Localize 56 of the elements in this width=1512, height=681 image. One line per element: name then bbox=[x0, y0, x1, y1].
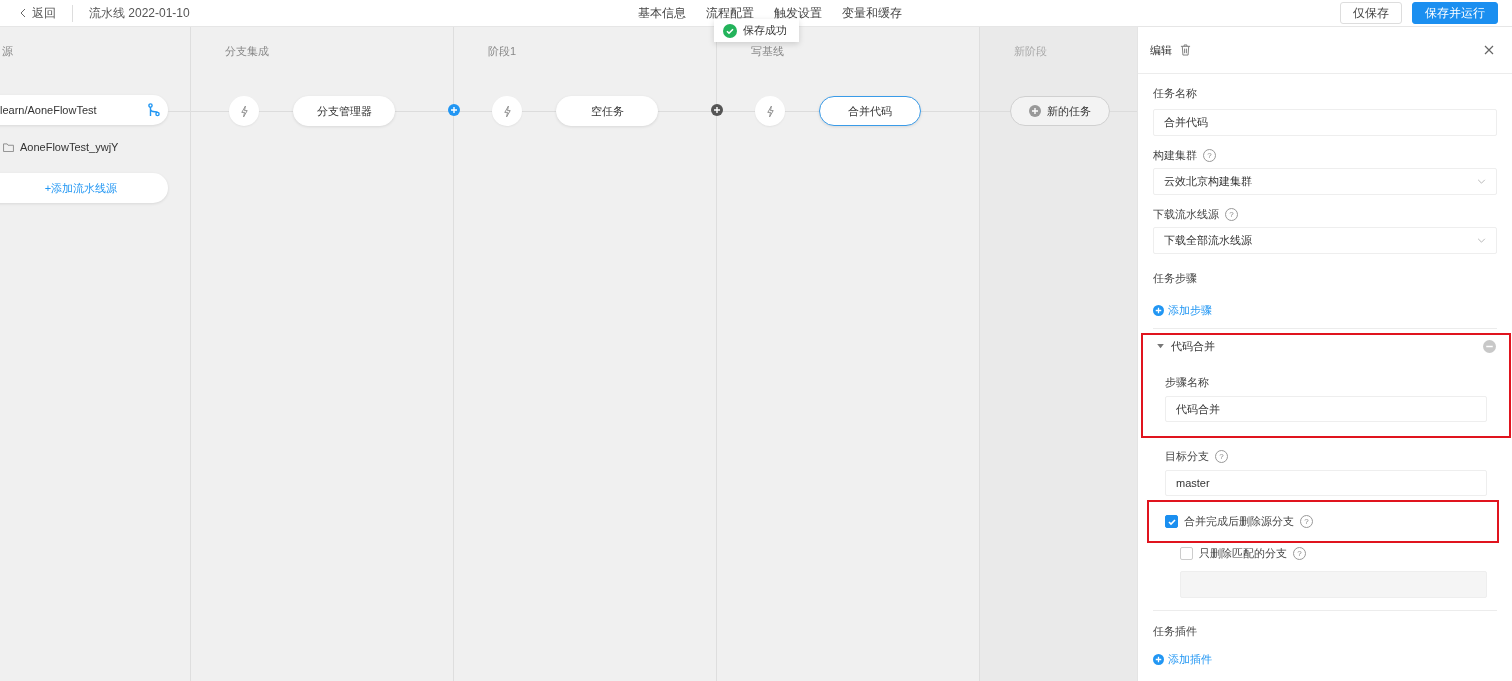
chevron-icon bbox=[1477, 238, 1486, 243]
folder-icon bbox=[3, 142, 14, 152]
close-icon[interactable] bbox=[1484, 45, 1494, 55]
section-title: 任务步骤 bbox=[1153, 271, 1198, 286]
back-link[interactable]: 返回 bbox=[20, 4, 73, 22]
stage-title: 写基线 bbox=[751, 44, 785, 58]
input-field[interactable]: master bbox=[1165, 470, 1487, 496]
job-node[interactable]: 新的任务 bbox=[1010, 96, 1110, 126]
chevron-left-icon bbox=[20, 8, 26, 18]
stage-title: 阶段1 bbox=[488, 44, 518, 58]
select-field[interactable]: 云效北京构建集群 bbox=[1153, 168, 1497, 195]
checkbox-label: 只删除匹配的分支 bbox=[1199, 546, 1287, 561]
repo-name: learn/AoneFlowTest bbox=[0, 104, 97, 116]
trigger-button[interactable] bbox=[229, 96, 259, 126]
trigger-button[interactable] bbox=[492, 96, 522, 126]
toast-text: 保存成功 bbox=[743, 23, 787, 38]
checkbox[interactable] bbox=[1180, 547, 1193, 560]
input-field[interactable]: 合并代码 bbox=[1153, 109, 1497, 136]
trash-icon[interactable] bbox=[1180, 44, 1191, 56]
lightning-icon bbox=[502, 104, 512, 118]
job-node[interactable]: 空任务 bbox=[556, 96, 658, 126]
job-node[interactable]: 分支管理器 bbox=[293, 96, 395, 126]
caret-icon[interactable] bbox=[1157, 344, 1164, 349]
source-card[interactable]: learn/AoneFlowTest bbox=[0, 95, 168, 125]
lightning-icon bbox=[765, 104, 775, 118]
add-icon bbox=[1153, 654, 1164, 665]
checkbox[interactable] bbox=[1165, 515, 1178, 528]
input-field[interactable]: 代码合并 bbox=[1165, 396, 1487, 422]
save-button[interactable]: 仅保存 bbox=[1340, 2, 1402, 24]
nav-tab[interactable]: 触发设置 bbox=[773, 4, 822, 22]
field-label: 下载流水线源 bbox=[1153, 206, 1219, 222]
panel-title: 编辑 bbox=[1150, 42, 1172, 58]
field-label: 任务名称 bbox=[1153, 85, 1197, 101]
checkbox-label: 合并完成后删除源分支 bbox=[1184, 514, 1294, 529]
section-title: 任务插件 bbox=[1153, 624, 1198, 639]
chevron-icon bbox=[1477, 179, 1486, 184]
nav-tab[interactable]: 变量和缓存 bbox=[841, 4, 902, 22]
plus-icon bbox=[1029, 105, 1041, 117]
nav-tab[interactable]: 流程配置 bbox=[705, 4, 754, 22]
field-label: 步骤名称 bbox=[1165, 374, 1209, 390]
lightning-icon bbox=[239, 104, 249, 118]
field-label: 目标分支 bbox=[1165, 448, 1209, 464]
folder-name: AoneFlowTest_ywjY bbox=[20, 141, 119, 153]
job-node[interactable]: 合并代码 bbox=[819, 96, 921, 126]
branch-icon bbox=[148, 103, 160, 117]
remove-icon[interactable] bbox=[1483, 340, 1496, 353]
stage-title: 分支集成 bbox=[225, 44, 270, 58]
step-title: 代码合并 bbox=[1171, 339, 1215, 354]
add-icon bbox=[1153, 305, 1164, 316]
field-label: 构建集群 bbox=[1153, 147, 1197, 163]
trigger-button[interactable] bbox=[755, 96, 785, 126]
pipeline-title: 流水线 2022-01-10 bbox=[89, 4, 190, 22]
nav-tab[interactable]: 基本信息 bbox=[637, 4, 686, 22]
stage-title: 源 bbox=[2, 44, 14, 58]
success-icon bbox=[723, 23, 737, 38]
select-field[interactable]: 下载全部流水线源 bbox=[1153, 227, 1497, 254]
